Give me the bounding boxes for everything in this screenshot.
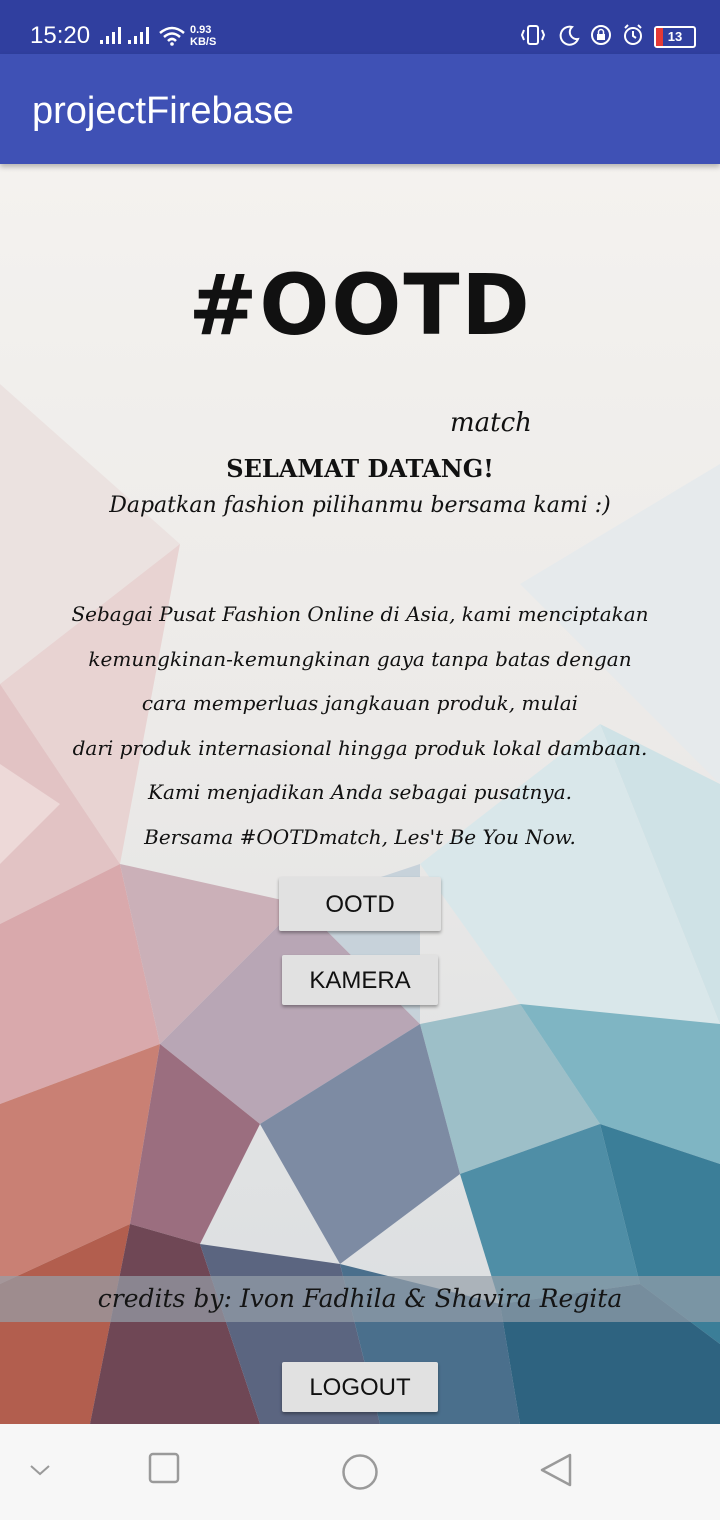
moon-icon [558,24,580,50]
about-text: Sebagai Pusat Fashion Online di Asia, ka… [0,592,720,859]
ootd-button[interactable]: OOTD [279,877,441,931]
home-icon[interactable] [341,1453,379,1495]
welcome-heading: SELAMAT DATANG! [226,454,494,483]
alarm-icon [622,24,644,50]
navigation-bar [0,1424,720,1520]
battery-fill [656,28,663,46]
wifi-icon [158,26,186,46]
main-content: #OOTD match SELAMAT DATANG! Dapatkan fas… [0,164,720,1424]
welcome-tagline: Dapatkan fashion pilihanmu bersama kami … [109,493,611,518]
about-line: Bersama #OOTDmatch, Les't Be You Now. [144,824,576,849]
about-line: Sebagai Pusat Fashion Online di Asia, ka… [71,602,649,626]
status-bar: 15:20 0.93 KB/S 13 [0,0,720,54]
battery-icon: 13 [654,26,696,48]
logo-sub-text: match [450,408,532,438]
about-line: kemungkinan-kemungkinan gaya tanpa batas… [88,646,632,671]
vibrate-icon [518,24,548,50]
logout-button[interactable]: LOGOUT [282,1362,438,1412]
signal-icon [128,26,154,44]
app-title: projectFirebase [32,90,294,132]
app-bar: projectFirebase [0,54,720,164]
status-time: 15:20 [30,22,91,49]
recents-icon[interactable] [148,1452,180,1488]
net-speed-unit: KB/S [190,36,217,48]
net-speed: 0.93 KB/S [190,24,216,48]
net-speed-value: 0.93 [190,24,212,36]
signal-icon [100,26,126,44]
chevron-down-icon[interactable] [28,1462,52,1482]
battery-level: 13 [667,29,683,44]
kamera-button[interactable]: KAMERA [282,955,438,1005]
about-line: Kami menjadikan Anda sebagai pusatnya. [148,780,572,804]
about-line: dari produk internasional hingga produk … [72,735,648,760]
back-icon[interactable] [538,1452,574,1492]
system-icons: 13 [518,24,696,50]
lock-rotation-icon [590,24,612,50]
ootd-logo: #OOTD match [0,256,720,438]
welcome-block: SELAMAT DATANG! Dapatkan fashion pilihan… [0,454,720,518]
logo-main-text: #OOTD [188,256,532,354]
about-line: cara memperluas jangkauan produk, mulai [141,691,579,715]
credits-banner: credits by: Ivon Fadhila & Shavira Regit… [0,1276,720,1322]
